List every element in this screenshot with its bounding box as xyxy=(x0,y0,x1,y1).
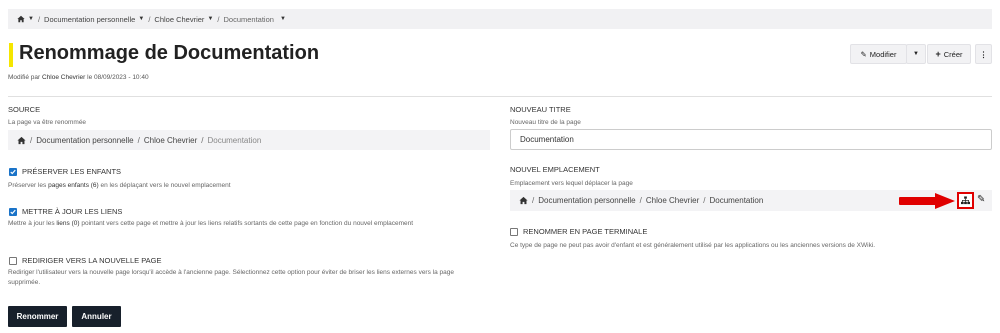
source-hint: La page va être renommée xyxy=(8,119,87,126)
source-path-item: Documentation personnelle xyxy=(36,135,134,145)
source-path-item: Chloe Chevrier xyxy=(143,135,198,145)
new-title-label: NOUVEAU TITRE xyxy=(510,105,571,114)
home-icon xyxy=(17,136,26,144)
redirect-label[interactable]: REDIRIGER VERS LA NOUVELLE PAGE xyxy=(22,256,162,265)
new-location-path-item: Chloe Chevrier xyxy=(645,196,700,205)
page-meta: Modifié par Chloe Chevrier le 08/09/2023… xyxy=(8,74,149,81)
breadcrumb-separator: / xyxy=(148,14,151,24)
red-arrow-annotation xyxy=(899,193,955,209)
new-location-path-item: Documentation xyxy=(709,196,764,205)
children-pages-link[interactable]: pages enfants (6) xyxy=(48,182,99,189)
rename-button[interactable]: Renommer xyxy=(8,306,67,327)
source-path-item: Documentation xyxy=(207,135,262,145)
location-picker-button[interactable] xyxy=(957,192,974,209)
modify-button[interactable]: ✎ Modifier xyxy=(850,44,907,64)
terminal-option[interactable]: RENOMMER EN PAGE TERMINALE xyxy=(510,227,647,236)
redirect-hint: Rediriger l'utilisateur vers la nouvelle… xyxy=(8,269,454,286)
breadcrumb-label[interactable]: Documentation personnelle xyxy=(44,15,135,24)
terminal-hint: Ce type de page ne peut pas avoir d'enfa… xyxy=(510,242,876,249)
new-title-input[interactable] xyxy=(510,129,992,150)
breadcrumb-label: Documentation xyxy=(223,14,274,24)
breadcrumb-label[interactable]: Chloe Chevrier xyxy=(154,15,204,24)
source-path: / Documentation personnelle / Chloe Chev… xyxy=(8,130,490,150)
preserve-children-option[interactable]: PRÉSERVER LES ENFANTS xyxy=(9,167,121,176)
source-label: SOURCE xyxy=(8,105,41,114)
page-title: Renommage de Documentation xyxy=(19,42,320,64)
cancel-button[interactable]: Annuler xyxy=(72,306,121,327)
update-links-label[interactable]: METTRE À JOUR LES LIENS xyxy=(22,207,122,216)
title-accent-bar xyxy=(9,43,13,67)
hierarchy-icon xyxy=(961,196,970,205)
modify-label: Modifier xyxy=(869,49,897,59)
breadcrumb: ▼ / Documentation personnelle ▼ / Chloe … xyxy=(8,9,992,29)
create-label: Créer xyxy=(943,49,963,59)
chevron-down-icon[interactable]: ▼ xyxy=(280,16,286,22)
update-links-option[interactable]: METTRE À JOUR LES LIENS xyxy=(9,207,122,216)
preserve-children-hint: Préserver les pages enfants (6) en les d… xyxy=(8,182,231,189)
breadcrumb-home[interactable]: ▼ xyxy=(17,15,34,23)
chevron-down-icon: ▼ xyxy=(913,51,919,57)
breadcrumb-item-current: Documentation ▼ xyxy=(223,15,285,24)
preserve-children-label[interactable]: PRÉSERVER LES ENFANTS xyxy=(22,167,121,176)
home-icon xyxy=(519,196,528,205)
links-count-link[interactable]: liens (0) xyxy=(56,220,79,227)
redirect-option[interactable]: REDIRIGER VERS LA NOUVELLE PAGE xyxy=(9,256,162,265)
terminal-label[interactable]: RENOMMER EN PAGE TERMINALE xyxy=(523,227,647,236)
update-links-checkbox[interactable] xyxy=(9,207,17,216)
more-actions-button[interactable]: ⋮ xyxy=(975,44,992,64)
pencil-icon: ✎ xyxy=(860,49,867,59)
pencil-icon: ✎ xyxy=(977,194,986,205)
modify-dropdown-button[interactable]: ▼ xyxy=(906,44,926,64)
breadcrumb-item[interactable]: Chloe Chevrier ▼ xyxy=(154,15,213,24)
breadcrumb-item[interactable]: Documentation personnelle ▼ xyxy=(44,15,144,24)
edit-location-button[interactable]: ✎ xyxy=(977,194,985,205)
preserve-children-checkbox[interactable] xyxy=(9,167,17,176)
update-links-hint: Mettre à jour les liens (0) pointant ver… xyxy=(8,220,414,227)
more-vertical-icon: ⋮ xyxy=(979,49,988,59)
redirect-checkbox[interactable] xyxy=(9,256,17,265)
new-location-hint: Emplacement vers lequel déplacer la page xyxy=(510,180,633,187)
new-location-path-item: Documentation personnelle xyxy=(538,196,636,205)
create-button[interactable]: + Créer xyxy=(927,44,971,64)
terminal-checkbox[interactable] xyxy=(510,227,518,236)
author-link[interactable]: Chloe Chevrier xyxy=(42,74,85,81)
new-location-label: NOUVEL EMPLACEMENT xyxy=(510,165,600,174)
divider xyxy=(8,96,992,97)
breadcrumb-separator: / xyxy=(37,14,41,24)
plus-icon: + xyxy=(935,49,941,59)
home-icon xyxy=(17,15,25,23)
new-title-hint: Nouveau titre de la page xyxy=(510,119,581,126)
breadcrumb-separator: / xyxy=(217,14,220,24)
